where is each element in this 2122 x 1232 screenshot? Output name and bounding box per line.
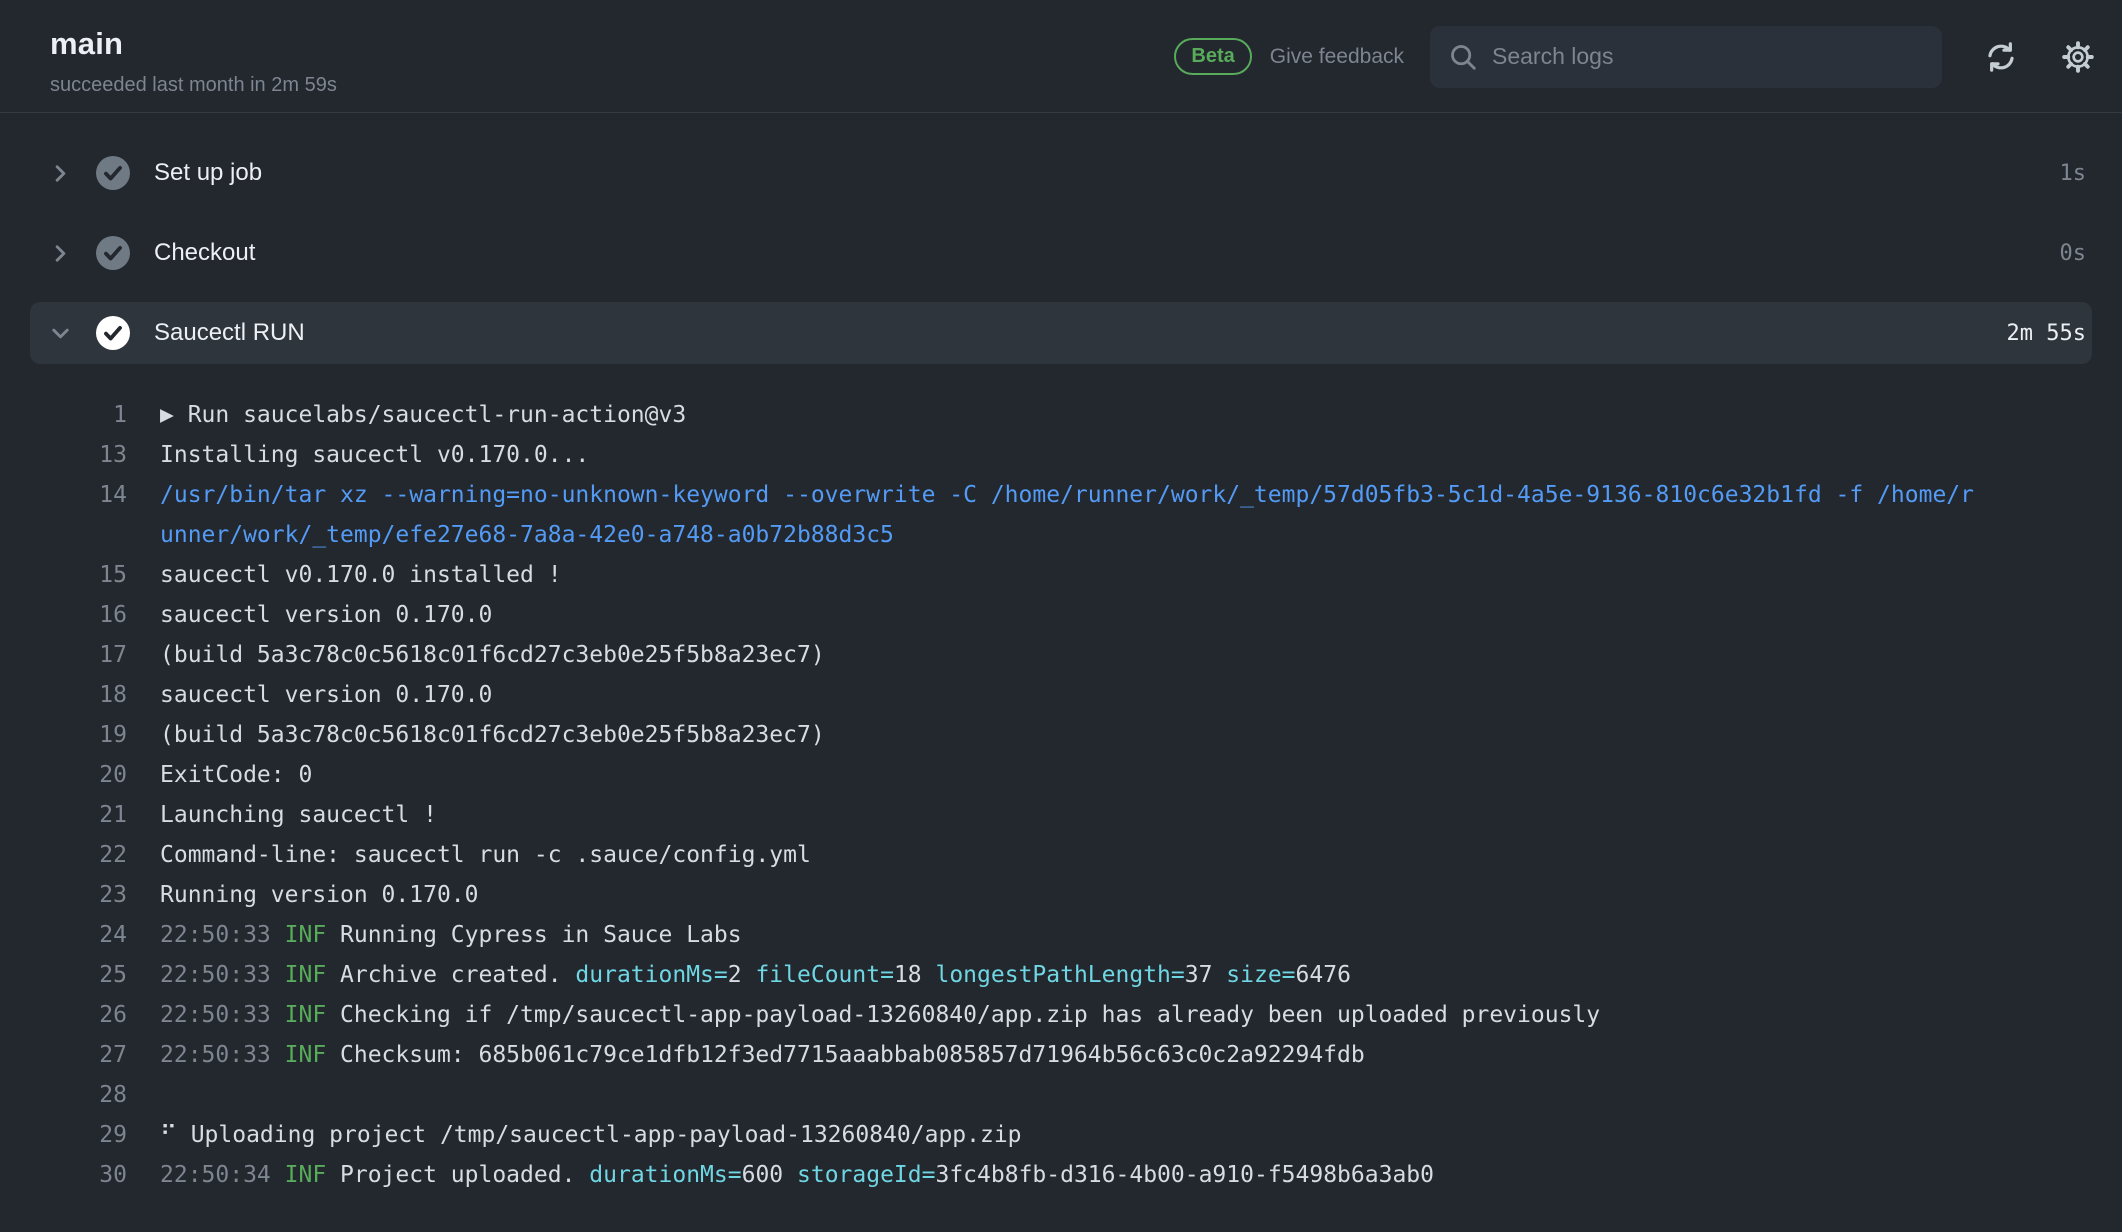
log-line: 1 ▶ Run saucelabs/saucectl-run-action@v3 xyxy=(0,395,2122,435)
log-line: 16 saucectl version 0.170.0 xyxy=(0,595,2122,635)
log-line: 26 22:50:33 INF Checking if /tmp/saucectl… xyxy=(0,995,2122,1035)
step-duration: 2m 55s xyxy=(2007,321,2086,346)
gear-icon xyxy=(2060,39,2096,75)
log-line-text: 22:50:33 INF Archive created. durationMs… xyxy=(160,955,1351,995)
log-line: 24 22:50:33 INF Running Cypress in Sauce … xyxy=(0,915,2122,955)
run-title-block: main succeeded last month in 2m 59s xyxy=(50,26,337,97)
step-label: Set up job xyxy=(154,159,262,187)
log-line-text: 22:50:33 INF Running Cypress in Sauce La… xyxy=(160,915,742,955)
run-status-summary: succeeded last month in 2m 59s xyxy=(50,74,337,97)
log-line-text: Running version 0.170.0 xyxy=(160,875,479,915)
log-line-text: /usr/bin/tar xz --warning=no-unknown-key… xyxy=(160,475,1982,555)
log-line-number[interactable]: 29 xyxy=(0,1115,127,1155)
search-logs-input[interactable] xyxy=(1492,43,1924,70)
log-line: 15 saucectl v0.170.0 installed ! xyxy=(0,555,2122,595)
log-line-number[interactable]: 16 xyxy=(0,595,127,635)
log-line-text: Launching saucectl ! xyxy=(160,795,437,835)
log-line-text: 22:50:33 INF Checksum: 685b061c79ce1dfb1… xyxy=(160,1035,1365,1075)
log-line-number[interactable]: 28 xyxy=(0,1075,127,1115)
chevron-right-icon xyxy=(46,160,74,187)
log-line-number[interactable]: 22 xyxy=(0,835,127,875)
log-line-text: ▶ Run saucelabs/saucectl-run-action@v3 xyxy=(160,395,686,435)
log-line-number[interactable]: 20 xyxy=(0,755,127,795)
step-label: Checkout xyxy=(154,239,255,267)
log-settings-button[interactable] xyxy=(2060,39,2096,75)
log-line: 23 Running version 0.170.0 xyxy=(0,875,2122,915)
log-line: 19 (build 5a3c78c0c5618c01f6cd27c3eb0e25f… xyxy=(0,715,2122,755)
log-line: 22 Command-line: saucectl run -c .sauce/c… xyxy=(0,835,2122,875)
run-header: main succeeded last month in 2m 59s Beta… xyxy=(0,0,2122,113)
log-line-text: saucectl version 0.170.0 xyxy=(160,595,492,635)
log-line: 27 22:50:33 INF Checksum: 685b061c79ce1df… xyxy=(0,1035,2122,1075)
check-circle-icon xyxy=(96,316,130,350)
refresh-icon xyxy=(1984,40,2018,74)
check-circle-icon xyxy=(96,236,130,270)
refresh-logs-button[interactable] xyxy=(1984,40,2018,74)
log-line-number[interactable]: 23 xyxy=(0,875,127,915)
step-row-set-up-job[interactable]: Set up job 1s xyxy=(0,133,2122,213)
log-line: 21 Launching saucectl ! xyxy=(0,795,2122,835)
log-line: 29 ⠋ Uploading project /tmp/saucectl-app-… xyxy=(0,1115,2122,1155)
log-line-number[interactable]: 19 xyxy=(0,715,127,755)
log-line-number[interactable]: 30 xyxy=(0,1155,127,1195)
log-line-text: Installing saucectl v0.170.0... xyxy=(160,435,589,475)
search-icon xyxy=(1448,42,1478,72)
steps-list: Set up job 1s Checkout 0s Saucectl RUN 2m 55s xyxy=(0,113,2122,364)
log-line: 14/usr/bin/tar xz --warning=no-unknown-k… xyxy=(0,475,2122,555)
log-line-number[interactable]: 24 xyxy=(0,915,127,955)
chevron-down-icon xyxy=(46,320,74,347)
page-title: main xyxy=(50,26,337,62)
log-line-text: (build 5a3c78c0c5618c01f6cd27c3eb0e25f5b… xyxy=(160,715,825,755)
log-line: 18 saucectl version 0.170.0 xyxy=(0,675,2122,715)
log-line-text: (build 5a3c78c0c5618c01f6cd27c3eb0e25f5b… xyxy=(160,635,825,675)
log-line-number[interactable]: 15 xyxy=(0,555,127,595)
log-line: 25 22:50:33 INF Archive created. duration… xyxy=(0,955,2122,995)
log-line-number[interactable]: 21 xyxy=(0,795,127,835)
log-line-text: ⠋ Uploading project /tmp/saucectl-app-pa… xyxy=(160,1115,1022,1155)
log-line-number[interactable]: 25 xyxy=(0,955,127,995)
log-line-number[interactable]: 18 xyxy=(0,675,127,715)
log-lines: 1▶ Run saucelabs/saucectl-run-action@v31… xyxy=(0,373,2122,1195)
log-line-number[interactable]: 26 xyxy=(0,995,127,1035)
log-line: 28 xyxy=(0,1075,2122,1115)
log-line-number[interactable]: 14 xyxy=(0,475,127,515)
step-duration: 1s xyxy=(2060,161,2087,186)
search-logs-box[interactable] xyxy=(1430,26,1942,88)
log-line-text: 22:50:34 INF Project uploaded. durationM… xyxy=(160,1155,1434,1195)
step-row-saucectl-run[interactable]: Saucectl RUN 2m 55s xyxy=(30,302,2092,364)
step-row-checkout[interactable]: Checkout 0s xyxy=(0,213,2122,293)
log-line: 30 22:50:34 INF Project uploaded. duratio… xyxy=(0,1155,2122,1195)
log-line: 20 ExitCode: 0 xyxy=(0,755,2122,795)
log-line-number[interactable]: 13 xyxy=(0,435,127,475)
log-line-number[interactable]: 27 xyxy=(0,1035,127,1075)
give-feedback-link[interactable]: Give feedback xyxy=(1270,45,1404,69)
log-line-text: 22:50:33 INF Checking if /tmp/saucectl-a… xyxy=(160,995,1600,1035)
log-line: 13 Installing saucectl v0.170.0... xyxy=(0,435,2122,475)
step-label: Saucectl RUN xyxy=(154,319,305,347)
log-line-number[interactable]: 1 xyxy=(0,395,127,435)
check-circle-icon xyxy=(96,156,130,190)
log-line: 17 (build 5a3c78c0c5618c01f6cd27c3eb0e25f… xyxy=(0,635,2122,675)
log-line-text: ExitCode: 0 xyxy=(160,755,312,795)
log-line-text: saucectl v0.170.0 installed ! xyxy=(160,555,562,595)
log-line-text: saucectl version 0.170.0 xyxy=(160,675,492,715)
chevron-right-icon xyxy=(46,240,74,267)
beta-badge: Beta xyxy=(1174,38,1251,75)
log-line-number[interactable]: 17 xyxy=(0,635,127,675)
header-controls: Beta Give feedback xyxy=(1174,0,2096,113)
step-duration: 0s xyxy=(2060,241,2087,266)
log-line-text: Command-line: saucectl run -c .sauce/con… xyxy=(160,835,811,875)
